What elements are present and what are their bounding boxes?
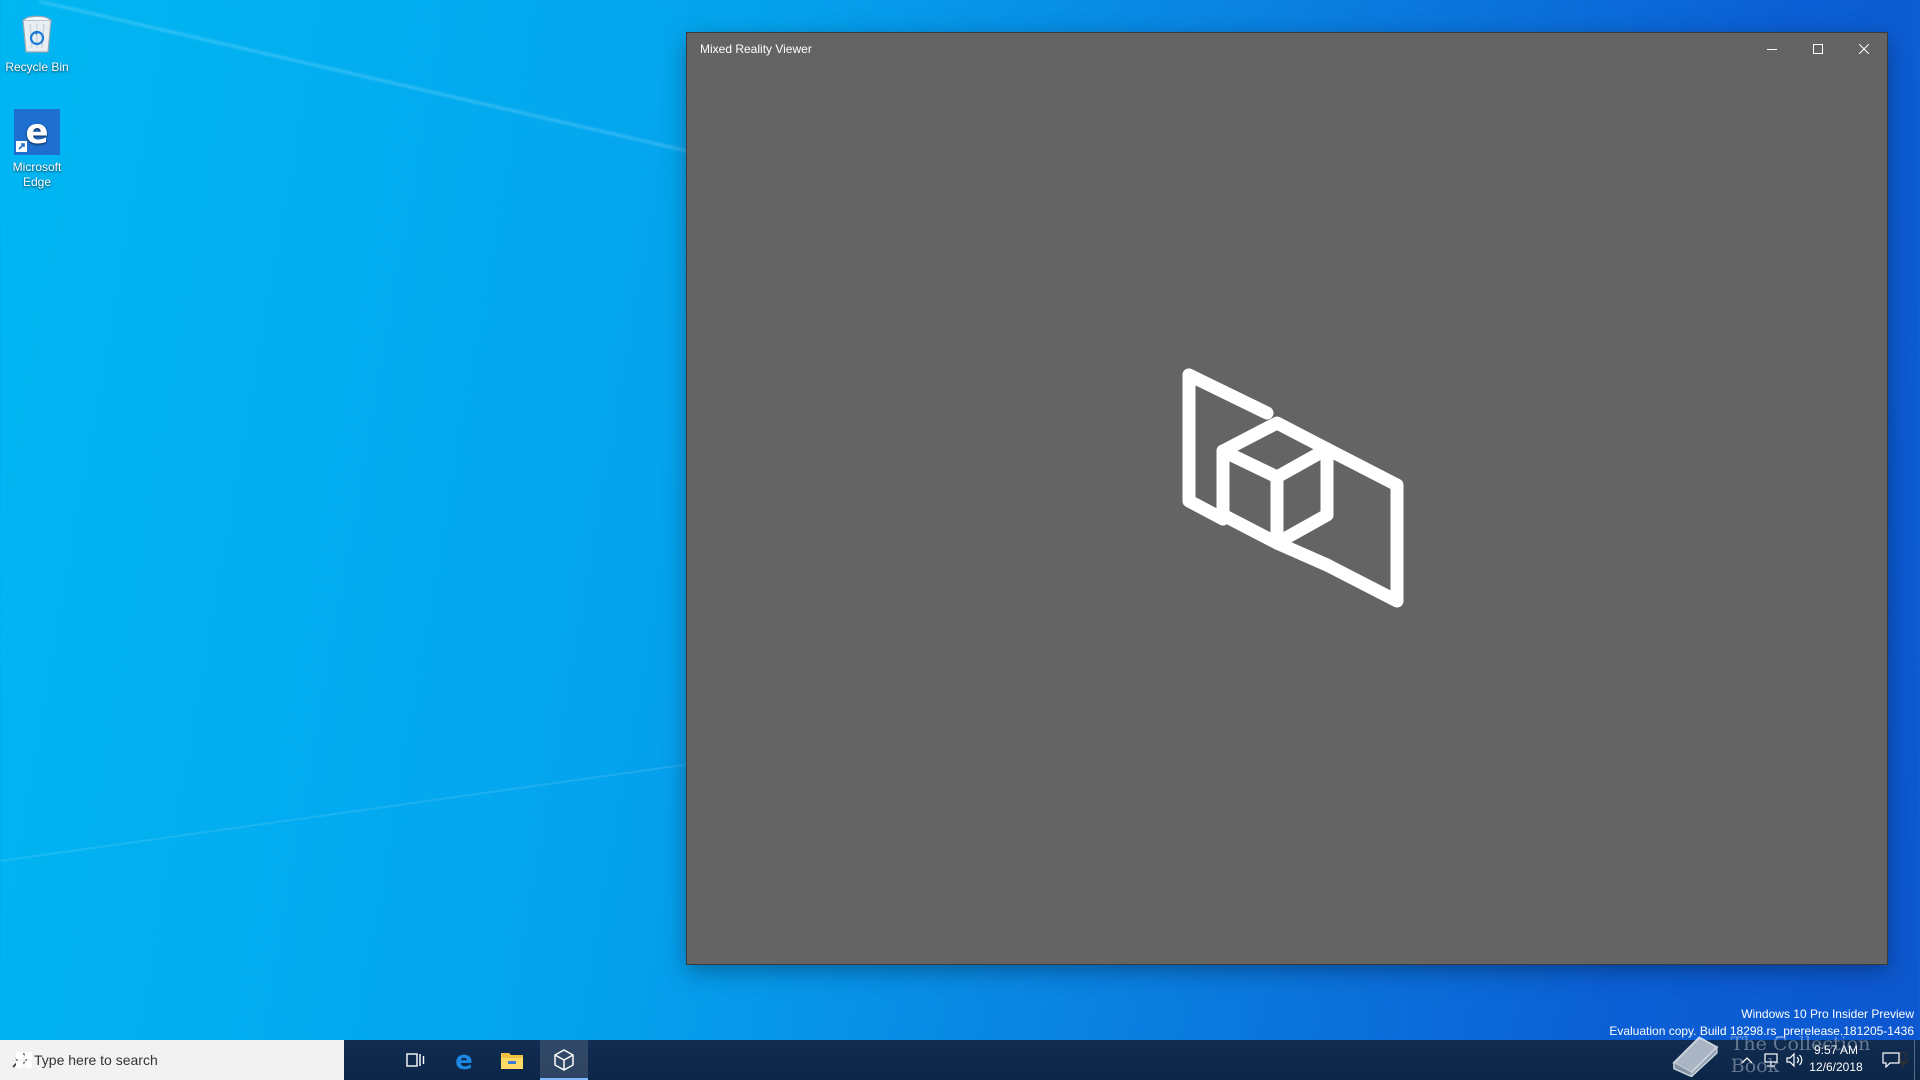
minimize-button[interactable] bbox=[1749, 33, 1795, 65]
task-view-icon bbox=[406, 1053, 425, 1067]
desktop: Recycle Bin e Microsoft Edge Mixed Reali… bbox=[0, 0, 1920, 1040]
desktop-icon-microsoft-edge[interactable]: e Microsoft Edge bbox=[0, 108, 74, 190]
maximize-button[interactable] bbox=[1795, 33, 1841, 65]
desktop-icon-label: Microsoft Edge bbox=[12, 160, 62, 189]
3d-cube-icon bbox=[554, 1049, 574, 1071]
taskbar: Type here to search e 9:57 AM 12/6/2018 bbox=[0, 1040, 1920, 1080]
close-button[interactable] bbox=[1841, 33, 1887, 65]
window-title: Mixed Reality Viewer bbox=[700, 42, 812, 56]
mixed-reality-viewer-window: Mixed Reality Viewer bbox=[687, 33, 1887, 964]
recycle-bin-icon bbox=[22, 15, 52, 53]
edge-icon: e bbox=[14, 109, 60, 155]
collection-book-overlay: The Collection Book bbox=[1670, 1033, 1920, 1077]
task-view-button[interactable] bbox=[392, 1040, 440, 1080]
overlay-logo-text: The Collection Book bbox=[1730, 1033, 1871, 1077]
search-placeholder: Type here to search bbox=[34, 1052, 158, 1068]
minimize-icon bbox=[1767, 49, 1777, 50]
maximize-icon bbox=[1813, 44, 1823, 54]
close-icon bbox=[1859, 44, 1869, 54]
window-titlebar[interactable]: Mixed Reality Viewer bbox=[687, 33, 1887, 65]
start-button[interactable] bbox=[0, 1040, 48, 1080]
mixed-reality-viewer-logo-icon bbox=[1182, 368, 1404, 608]
taskbar-mixed-reality-viewer-button[interactable] bbox=[540, 1040, 588, 1080]
taskbar-edge-button[interactable]: e bbox=[440, 1040, 488, 1080]
taskbar-file-explorer-button[interactable] bbox=[488, 1040, 536, 1080]
edge-icon: e bbox=[455, 1048, 473, 1072]
desktop-icon-recycle-bin[interactable]: Recycle Bin bbox=[0, 8, 74, 75]
folder-icon bbox=[501, 1053, 523, 1069]
wallpaper-light-beam bbox=[0, 762, 694, 862]
windows-logo-icon bbox=[16, 1052, 32, 1068]
desktop-icon-label: Recycle Bin bbox=[5, 60, 69, 74]
svg-text:e: e bbox=[25, 112, 48, 152]
watermark-edition: Windows 10 Pro Insider Preview bbox=[1741, 1007, 1914, 1021]
taskbar-search-box[interactable]: Type here to search bbox=[0, 1040, 1910, 1080]
svg-text:e: e bbox=[455, 1048, 473, 1072]
book-icon bbox=[1672, 1036, 1719, 1077]
